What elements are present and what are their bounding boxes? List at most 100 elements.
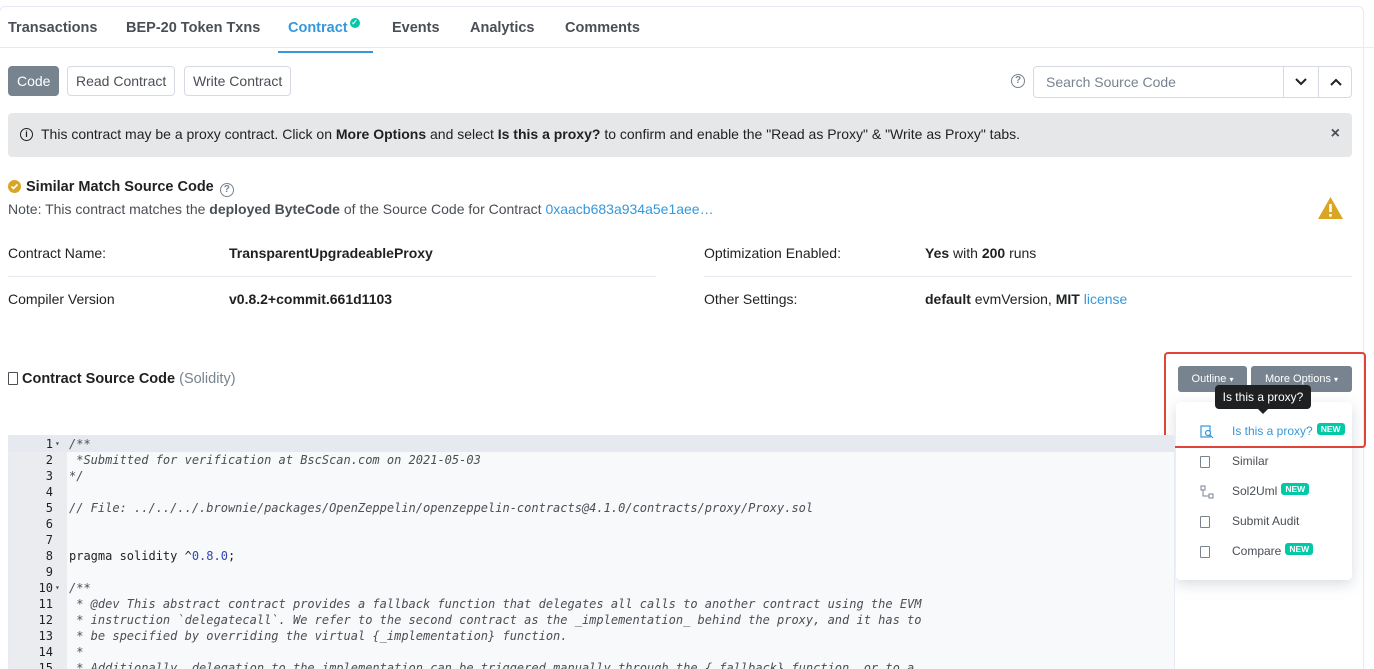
source-code-editor[interactable]: 1 ▾/** 2 *Submitted for verification at Bs… (8, 435, 1175, 669)
code-text: * instruction `delegatecall`. We refer t… (69, 613, 922, 627)
source-code-language: (Solidity) (175, 371, 236, 387)
similar-match-title: Similar Match Source Code ? (26, 179, 234, 197)
more-options-menu: Is this a proxy? NEW Similar Sol2Uml NEW S… (1176, 402, 1352, 580)
chevron-down-icon (1295, 78, 1307, 86)
other-settings-label: Other Settings: (704, 291, 798, 307)
source-code-title: Contract Source Code (Solidity) (22, 371, 236, 387)
line-number: 14 (38, 645, 53, 659)
code-button[interactable]: Code (8, 66, 60, 96)
menu-item-text: Is this a proxy? (1232, 424, 1313, 438)
search-prev-button[interactable] (1284, 67, 1318, 97)
optimization-value: Yes with 200 runs (925, 245, 1036, 261)
tab-contract[interactable]: Contract ✓ (288, 18, 360, 36)
active-tab-indicator (278, 51, 373, 53)
read-contract-button[interactable]: Read Contract (67, 66, 176, 96)
compiler-version-label: Compiler Version (8, 291, 115, 307)
code-line: 12 * instruction `delegatecall`. We refe… (9, 612, 1174, 628)
close-icon[interactable]: × (1331, 125, 1340, 143)
file-icon (1200, 546, 1210, 558)
file-code-icon (8, 372, 18, 385)
code-line: 8 pragma solidity ^0.8.0; (9, 548, 1174, 564)
code-text: * Additionally, delegation to the implem… (69, 661, 915, 669)
write-contract-button[interactable]: Write Contract (184, 66, 292, 96)
menu-item-label: Compare NEW (1232, 543, 1314, 558)
fold-toggle-icon[interactable]: ▾ (55, 580, 60, 596)
new-badge: NEW (1281, 483, 1310, 495)
code-line: 1 ▾ /** (9, 436, 1174, 452)
fold-toggle-icon[interactable]: ▾ (55, 436, 60, 452)
line-number: 5 (45, 501, 53, 515)
menu-item-sol2uml[interactable]: Sol2Uml NEW (1176, 481, 1352, 505)
chevron-up-icon (1330, 78, 1342, 86)
code-line: 15 * Additionally, delegation to the imp… (9, 660, 1174, 669)
opt-with: with (949, 245, 982, 261)
alert-text-part: and select (426, 126, 498, 142)
code-line: 11 * @dev This abstract contract provide… (9, 596, 1174, 612)
tab-events[interactable]: Events (392, 20, 440, 36)
line-number: 12 (38, 613, 53, 627)
source-code-title-text: Contract Source Code (22, 371, 176, 387)
search-next-button[interactable] (1319, 67, 1353, 97)
code-text: * @dev This abstract contract provides a… (69, 597, 922, 611)
tooltip-arrow (1257, 408, 1269, 414)
opt-runs-suffix: runs (1005, 245, 1037, 261)
code-line: 13 * be specified by overriding the virt… (9, 628, 1174, 644)
alert-text-part: This contract may be a proxy contract. C… (41, 126, 336, 142)
opt-yes: Yes (925, 245, 950, 261)
menu-item-label: Submit Audit (1232, 514, 1300, 528)
similar-match-title-text: Similar Match Source Code (26, 179, 214, 195)
note-text: Note: This contract matches the (8, 201, 210, 217)
code-text: *Submitted for verification at BscScan.c… (69, 453, 481, 467)
new-badge: NEW (1285, 543, 1314, 555)
proxy-tooltip: Is this a proxy? (1215, 385, 1311, 409)
code-line: 2 *Submitted for verification at BscScan… (9, 452, 1174, 468)
code-line: 6 (9, 516, 1174, 532)
info-icon: i (20, 128, 33, 141)
menu-item-similar[interactable]: Similar (1176, 451, 1352, 475)
code-text: /** (69, 437, 91, 451)
tab-transactions[interactable]: Transactions (8, 20, 97, 36)
diagram-icon (1200, 485, 1214, 499)
license-link[interactable]: license (1080, 291, 1128, 307)
code-text: // File: ../../../.brownie/packages/Open… (69, 501, 814, 515)
search-doc-icon (1200, 425, 1214, 439)
menu-item-submit-audit[interactable]: Submit Audit (1176, 511, 1352, 535)
note-text: of the Source Code for Contract (339, 201, 546, 217)
search-help-icon[interactable]: ? (1011, 74, 1025, 88)
code-text: * be specified by overriding the virtual… (69, 629, 568, 643)
menu-item-compare[interactable]: Compare NEW (1176, 541, 1352, 565)
other-evm: evmVersion, (970, 291, 1056, 307)
code-text: * (69, 645, 84, 659)
line-number: 10 (38, 581, 53, 595)
tab-analytics[interactable]: Analytics (470, 20, 534, 36)
similar-match-note: Note: This contract matches the deployed… (8, 201, 714, 217)
menu-item-text: Compare (1232, 544, 1282, 558)
help-icon[interactable]: ? (219, 183, 234, 197)
contract-name-value: TransparentUpgradeableProxy (229, 245, 433, 261)
matched-contract-link[interactable]: 0xaacb683a934a5e1aee… (545, 201, 713, 217)
line-number: 4 (45, 485, 53, 499)
search-source-code (1033, 66, 1352, 98)
note-bold: deployed ByteCode (209, 201, 340, 217)
alert-text: This contract may be a proxy contract. C… (41, 126, 1020, 142)
tab-comments[interactable]: Comments (565, 20, 640, 36)
menu-item-is-this-a-proxy[interactable]: Is this a proxy? NEW (1176, 421, 1352, 445)
tab-bar: Transactions BEP-20 Token Txns Contract ✓… (0, 0, 1374, 48)
line-number: 6 (45, 517, 53, 531)
proxy-alert: i This contract may be a proxy contract.… (8, 113, 1352, 157)
line-number: 15 (38, 661, 53, 669)
more-options-label: More Options (1264, 373, 1331, 385)
code-line: 5 // File: ../../../.brownie/packages/Ope… (9, 500, 1174, 516)
warning-icon (1318, 197, 1343, 219)
new-badge: NEW (1316, 423, 1345, 435)
line-number: 7 (45, 533, 53, 547)
search-input[interactable] (1034, 67, 1283, 97)
match-check-icon (8, 180, 21, 193)
line-number: 9 (45, 565, 53, 579)
code-line: 7 (9, 532, 1174, 548)
line-number: 8 (45, 549, 53, 563)
tab-bep20-token-txns[interactable]: BEP-20 Token Txns (126, 20, 260, 36)
line-number: 2 (45, 453, 53, 467)
line-number: 3 (45, 469, 53, 483)
optimization-label: Optimization Enabled: (704, 245, 841, 261)
